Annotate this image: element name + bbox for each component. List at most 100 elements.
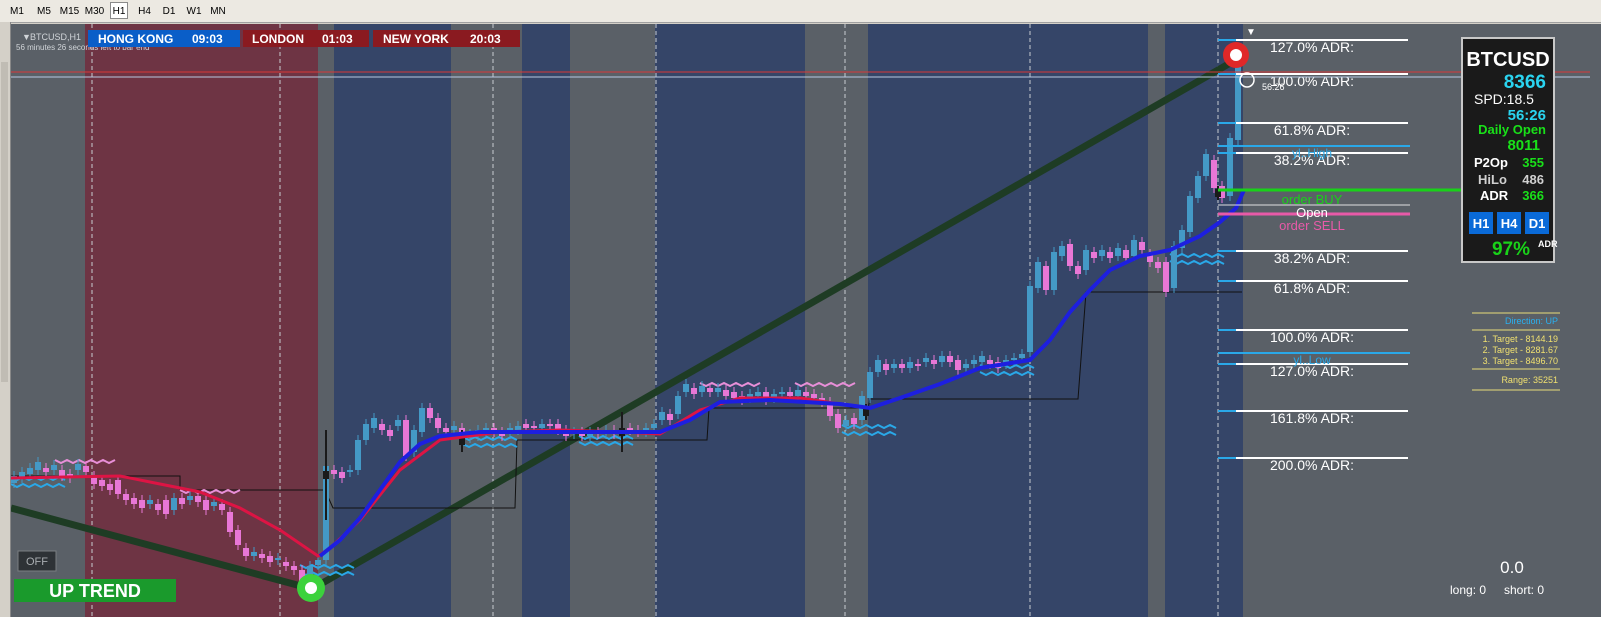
candle-body — [83, 466, 89, 472]
candle-body — [1195, 176, 1201, 198]
adr-level-label: 61.8% ADR: — [1274, 280, 1350, 296]
sell-signal-icon-center — [1230, 49, 1242, 61]
candle-body — [147, 500, 153, 504]
candle-body — [75, 464, 81, 470]
session-london-name: LONDON — [252, 32, 304, 46]
timeframe-d1[interactable]: D1 — [158, 2, 180, 19]
candle-body — [1043, 266, 1049, 290]
candle-body — [1123, 250, 1129, 258]
candle-body — [779, 392, 785, 394]
scrollbar-thumb[interactable] — [1, 62, 8, 382]
candle-body — [539, 424, 545, 428]
timeframe-mn[interactable]: MN — [207, 2, 229, 19]
candle-body — [171, 498, 177, 510]
info-price: 8366 — [1504, 72, 1546, 93]
candle-body — [843, 420, 849, 426]
adr-level-label: 161.8% ADR: — [1270, 410, 1354, 426]
button-h4-label[interactable]: H4 — [1501, 216, 1518, 231]
candle-body — [1155, 262, 1161, 268]
timeframe-m15[interactable]: M15 — [58, 2, 81, 19]
candle-body — [203, 500, 209, 510]
candle-body — [427, 408, 433, 418]
candle-body — [851, 418, 857, 424]
candle-body — [715, 388, 721, 392]
button-h1-label[interactable]: H1 — [1473, 216, 1490, 231]
candle-body — [947, 356, 953, 362]
timeframe-m30[interactable]: M30 — [83, 2, 106, 19]
candle-body — [835, 414, 841, 428]
candle-body — [955, 360, 961, 370]
candle-body — [963, 364, 969, 368]
candle-body — [1035, 262, 1041, 288]
candle-body — [259, 554, 265, 558]
candle-body — [1163, 262, 1169, 292]
candle-body — [355, 440, 361, 470]
left-scroll-strip — [0, 22, 11, 617]
info-symbol: BTCUSD — [1466, 49, 1549, 71]
candle-body — [811, 394, 817, 398]
candle-body — [363, 424, 369, 440]
target-2: 2. Target - 8281.67 — [1483, 345, 1558, 355]
info-adr-tag: ADR — [1538, 239, 1558, 249]
session-hongkong-name: HONG KONG — [98, 32, 173, 46]
candle-body — [187, 496, 193, 500]
candle-body — [443, 428, 449, 432]
candle-body — [971, 360, 977, 364]
long-count: long: 0 — [1450, 583, 1486, 597]
timeframe-h4[interactable]: H4 — [134, 2, 155, 19]
session-bands — [85, 24, 1243, 617]
session-band — [522, 24, 570, 617]
candle-body — [315, 560, 321, 565]
candle-body — [283, 562, 289, 566]
info-hilo-value: 486 — [1522, 172, 1544, 187]
candle-body — [875, 360, 881, 372]
candle-body — [1203, 154, 1209, 176]
candle-body — [1011, 358, 1017, 360]
candle-body — [1083, 250, 1089, 270]
candle-body — [523, 424, 529, 428]
candle-body — [1107, 252, 1113, 258]
candle-body — [547, 424, 553, 426]
candle-body — [907, 362, 913, 368]
timeframe-m5[interactable]: M5 — [33, 2, 55, 19]
price-chart[interactable]: 127.0% ADR: 100.0% ADR: 61.8% ADR: 38.2% AD… — [11, 24, 1601, 617]
candle-body — [531, 426, 537, 428]
candle-body — [883, 364, 889, 370]
button-d1-label[interactable]: D1 — [1529, 216, 1546, 231]
info-adr-value: 366 — [1522, 188, 1544, 203]
candle-body — [139, 500, 145, 508]
timeframe-w1[interactable]: W1 — [184, 2, 204, 19]
info-hilo-label: HiLo — [1478, 172, 1507, 187]
candle-body — [419, 408, 425, 432]
candle-body — [115, 480, 121, 494]
candle-body — [627, 428, 633, 430]
candle-body — [795, 390, 801, 396]
info-daily-open-label: Daily Open — [1478, 122, 1546, 137]
buy-signal-icon-center — [305, 582, 317, 594]
symbol-caption: BTCUSD,H1 — [30, 32, 81, 42]
candle-body — [891, 364, 897, 368]
timeframe-toolbar: M1 M5 M15 M30 H1 H4 D1 W1 MN — [0, 0, 1601, 23]
candle-body — [1019, 354, 1025, 358]
short-count: short: 0 — [1504, 583, 1544, 597]
info-daily-open-value: 8011 — [1507, 137, 1540, 154]
candle-body — [1091, 252, 1097, 258]
low-label: yl..Low — [1293, 353, 1331, 367]
candle-body — [179, 498, 185, 504]
candle-body — [395, 420, 401, 426]
candle-body — [979, 356, 985, 362]
candle-body — [163, 500, 169, 514]
session-band — [85, 24, 318, 617]
adr-level-label: 200.0% ADR: — [1270, 457, 1354, 473]
candle-body — [227, 512, 233, 532]
timeframe-h1[interactable]: H1 — [110, 2, 128, 19]
high-label: yl..High — [1292, 146, 1332, 160]
timeframe-m1[interactable]: M1 — [6, 2, 28, 19]
candle-body — [707, 388, 713, 392]
candle-body — [35, 462, 41, 470]
candle-body — [1115, 248, 1121, 256]
candle-body — [1131, 240, 1137, 256]
targets-direction: Direction: UP — [1505, 316, 1558, 326]
session-hongkong-time: 09:03 — [192, 32, 223, 46]
off-button-label[interactable]: OFF — [26, 556, 48, 568]
